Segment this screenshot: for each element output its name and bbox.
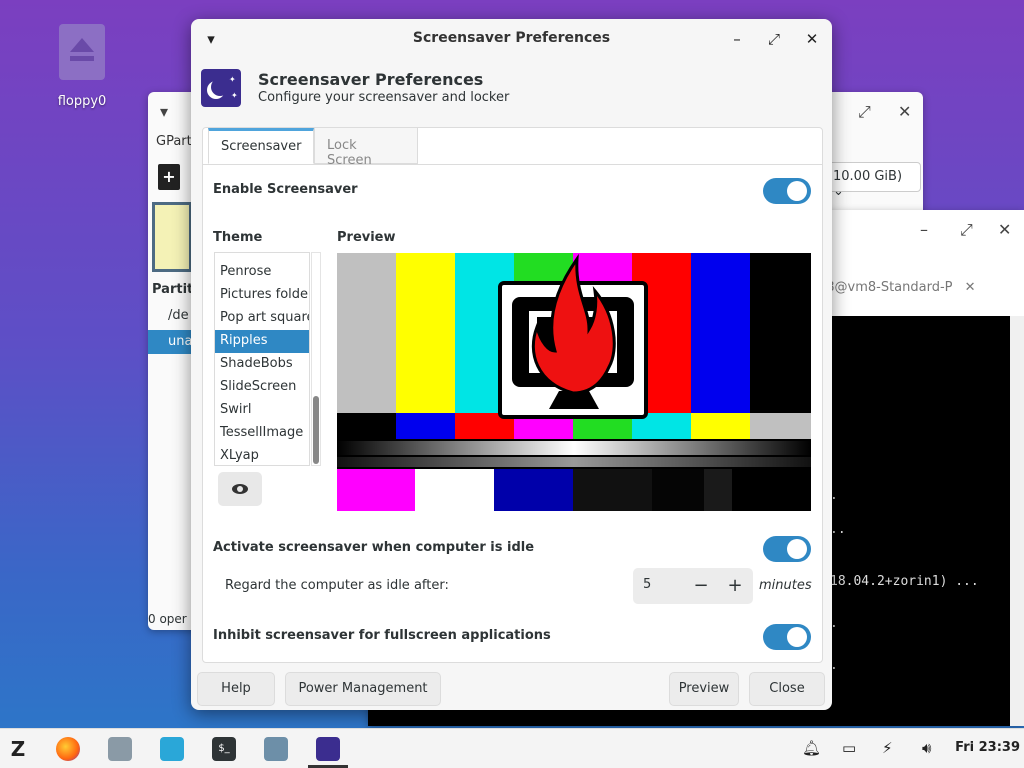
- power-management-button[interactable]: Power Management: [285, 672, 441, 706]
- volume-icon[interactable]: 🔊︎: [922, 739, 931, 757]
- titlebar: ▾ Screensaver Preferences – ⤢ ✕: [191, 19, 832, 59]
- tab-divider: [203, 164, 822, 165]
- theme-list[interactable]: Penrose Pictures folder Pop art squares …: [214, 252, 310, 466]
- terminal-line: 18.04.2+zorin1) ...: [830, 574, 979, 589]
- minimize-icon[interactable]: –: [727, 29, 747, 49]
- display-icon[interactable]: ▭: [842, 739, 856, 757]
- clock[interactable]: Fri 23:39: [955, 740, 1020, 755]
- list-item[interactable]: Pop art squares: [215, 307, 309, 330]
- device-dropdown[interactable]: 10.00 GiB) ⌄: [828, 162, 921, 199]
- idle-activate-label: Activate screensaver when computer is id…: [213, 540, 535, 555]
- new-icon[interactable]: +: [158, 164, 180, 190]
- tab-screensaver[interactable]: Screensaver: [208, 128, 314, 164]
- maximize-icon[interactable]: ⤢: [764, 29, 784, 49]
- gparted-icon[interactable]: [264, 737, 288, 761]
- list-item-selected[interactable]: Ripples: [215, 330, 309, 353]
- taskbar: Z $_ 🔔︎ ▭ ⚡︎ 🔊︎ Fri 23:39: [0, 728, 1024, 768]
- disk-graphic[interactable]: [152, 202, 192, 272]
- idle-after-label: Regard the computer as idle after:: [225, 578, 449, 593]
- flame-monitor-logo: [498, 253, 648, 419]
- tab-lock-screen[interactable]: Lock Screen: [314, 128, 418, 168]
- maximize-icon[interactable]: ⤢: [858, 102, 871, 122]
- software-store-icon[interactable]: [160, 737, 184, 761]
- screensaver-preferences-dialog: ▾ Screensaver Preferences – ⤢ ✕ ✦ ✦ Scre…: [191, 19, 832, 710]
- status-text: 0 oper: [148, 612, 187, 626]
- list-item[interactable]: XLyap: [215, 445, 309, 465]
- enable-screensaver-label: Enable Screensaver: [213, 182, 358, 197]
- list-item[interactable]: SlideScreen: [215, 376, 309, 399]
- terminal-tab-title: n8@vm8-Standard-P: [818, 280, 953, 295]
- desktop-icon-label: floppy0: [57, 94, 107, 109]
- theme-label: Theme: [213, 230, 263, 245]
- device-row[interactable]: /de: [168, 308, 189, 323]
- terminal-icon[interactable]: $_: [212, 737, 236, 761]
- increment-button[interactable]: +: [721, 573, 749, 599]
- terminal-tab[interactable]: n8@vm8-Standard-P ✕: [818, 280, 1008, 295]
- preview-button[interactable]: Preview: [669, 672, 739, 706]
- terminal-line: ..: [830, 522, 846, 537]
- notifications-bell-icon[interactable]: 🔔︎: [802, 739, 821, 757]
- idle-minutes-value[interactable]: 5: [643, 577, 651, 592]
- inhibit-fullscreen-label: Inhibit screensaver for fullscreen appli…: [213, 628, 551, 643]
- eye-icon: [232, 483, 248, 494]
- files-icon[interactable]: [108, 737, 132, 761]
- minimize-icon[interactable]: –: [920, 220, 928, 239]
- list-item[interactable]: Penrose: [215, 261, 309, 284]
- firefox-icon[interactable]: [56, 737, 80, 761]
- list-item[interactable]: Pictures folder: [215, 284, 309, 307]
- close-icon[interactable]: ✕: [998, 220, 1011, 239]
- tab-close-icon[interactable]: ✕: [965, 280, 976, 295]
- device-dropdown-label: 10.00 GiB): [833, 169, 903, 184]
- list-item[interactable]: Swirl: [215, 399, 309, 422]
- decrement-button[interactable]: −: [687, 573, 715, 599]
- preview-label: Preview: [337, 230, 396, 245]
- preview-fullscreen-button[interactable]: [218, 472, 262, 506]
- close-icon[interactable]: ✕: [802, 29, 822, 49]
- power-icon[interactable]: ⚡︎: [882, 739, 893, 757]
- settings-notebook: Screensaver Lock Screen Enable Screensav…: [202, 127, 823, 663]
- terminal-scrollbar[interactable]: [1010, 316, 1024, 726]
- screensaver-taskbar-icon[interactable]: [316, 737, 340, 761]
- maximize-icon[interactable]: ⤢: [960, 220, 973, 240]
- theme-list-scroll-thumb[interactable]: [313, 396, 319, 464]
- idle-activate-switch[interactable]: [763, 536, 811, 562]
- list-item[interactable]: ShadeBobs: [215, 353, 309, 376]
- idle-minutes-stepper[interactable]: 5 − +: [633, 568, 753, 604]
- header-title: Screensaver Preferences: [258, 70, 484, 89]
- chevron-down-icon: ⌄: [833, 184, 844, 199]
- help-button[interactable]: Help: [197, 672, 275, 706]
- close-button[interactable]: Close: [749, 672, 825, 706]
- zorin-menu-icon[interactable]: Z: [6, 737, 30, 761]
- enable-screensaver-switch[interactable]: [763, 178, 811, 204]
- inhibit-fullscreen-switch[interactable]: [763, 624, 811, 650]
- header-subtitle: Configure your screensaver and locker: [258, 90, 510, 105]
- minutes-unit-label: minutes: [759, 578, 812, 593]
- screensaver-app-icon: ✦ ✦: [201, 69, 241, 107]
- window-menu-icon[interactable]: ▾: [160, 102, 168, 121]
- eject-drive-icon: [59, 24, 105, 80]
- desktop-icon-floppy[interactable]: floppy0: [50, 24, 114, 109]
- theme-preview: [337, 253, 811, 511]
- close-icon[interactable]: ✕: [898, 102, 911, 121]
- gparted-menu[interactable]: GPart: [156, 134, 192, 149]
- selected-partition-row[interactable]: una: [148, 330, 192, 354]
- list-item[interactable]: TessellImage: [215, 422, 309, 445]
